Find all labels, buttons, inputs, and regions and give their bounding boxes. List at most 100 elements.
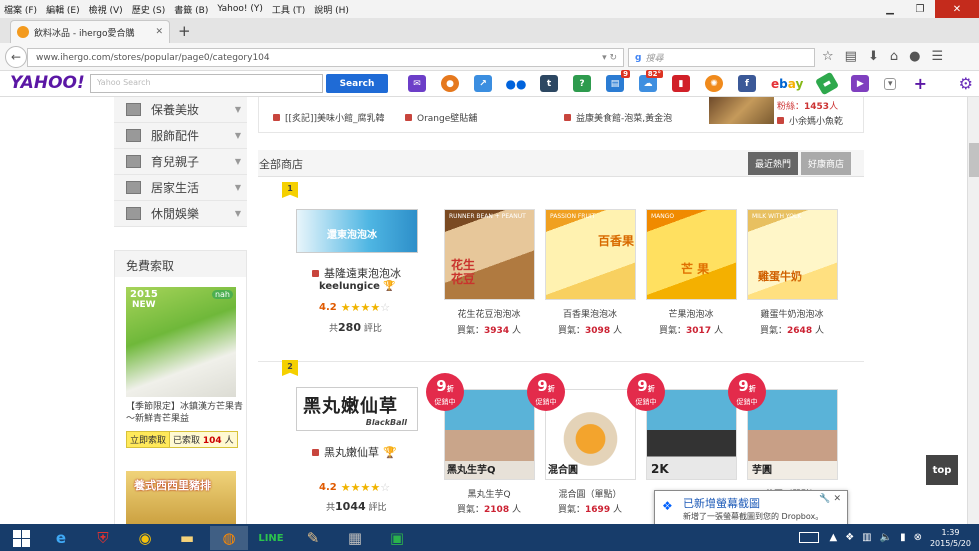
- yahoo-logo[interactable]: YAHOO!: [10, 73, 85, 93]
- notification-center-icon[interactable]: ⊗: [914, 532, 922, 543]
- category-item-leisure[interactable]: 休閒娛樂 ▼: [114, 201, 247, 227]
- back-to-top-button[interactable]: top: [926, 455, 958, 485]
- signal-icon[interactable]: ▮: [900, 532, 906, 543]
- product-name[interactable]: 黑丸生芋Q: [434, 487, 544, 500]
- menu-edit[interactable]: 編輯 (E): [46, 3, 80, 16]
- maximize-icon[interactable]: ❐: [905, 0, 935, 18]
- category-item-apparel[interactable]: 服飾配件 ▼: [114, 123, 247, 149]
- browser-search-input[interactable]: g 搜尋: [628, 48, 815, 67]
- keyboard-icon[interactable]: [799, 532, 820, 543]
- menu-help[interactable]: 說明 (H): [314, 3, 349, 16]
- volume-icon[interactable]: 🔈: [880, 532, 892, 543]
- gear-icon[interactable]: ⚙: [959, 74, 973, 93]
- start-button[interactable]: [2, 526, 40, 550]
- clock[interactable]: 1:39 2015/5/20: [930, 527, 971, 549]
- app-grid-icon[interactable]: ▦: [336, 526, 374, 550]
- featured-shop-link[interactable]: 小余媽小魚乾: [777, 114, 843, 127]
- menu-tools[interactable]: 工具 (T): [272, 3, 305, 16]
- flickr-icon[interactable]: ●●: [506, 75, 526, 92]
- store-icon[interactable]: ▣: [378, 526, 416, 550]
- reload-icon[interactable]: ▾ ↻: [602, 53, 617, 63]
- page-scrollbar[interactable]: [967, 97, 979, 524]
- dropbox-notification[interactable]: ❖ 已新增螢幕截圖 新增了一張螢幕截圖到您的 Dropbox。 🔧 ✕: [654, 490, 848, 526]
- dropdown-icon[interactable]: ▾: [884, 77, 897, 90]
- sort-hot-button[interactable]: 最近熱門: [748, 152, 798, 175]
- reading-list-icon[interactable]: ▤: [845, 49, 857, 64]
- antivirus-icon[interactable]: ⛨: [84, 526, 122, 550]
- menu-view[interactable]: 檢視 (V): [89, 3, 123, 16]
- product-name[interactable]: 花生花豆泡泡冰: [434, 307, 544, 320]
- menu-yahoo[interactable]: Yahoo! (Y): [217, 4, 262, 14]
- download-icon[interactable]: ⬇: [868, 49, 879, 64]
- tab-active[interactable]: 飲料冰品 - ihergo愛合購 ✕: [10, 20, 170, 43]
- product-name[interactable]: 雞蛋牛奶泡泡冰: [737, 307, 847, 320]
- yahoo-search-button[interactable]: Search: [326, 74, 388, 93]
- menu-history[interactable]: 歷史 (S): [132, 3, 166, 16]
- shopping-icon[interactable]: ▤ 9: [606, 70, 630, 92]
- close-window-icon[interactable]: ✕: [935, 0, 979, 18]
- claim-button[interactable]: 立即索取: [126, 431, 171, 448]
- sort-rating-button[interactable]: 好康商店: [801, 152, 851, 175]
- chrome-icon[interactable]: ◉: [126, 526, 164, 550]
- menu-bookmarks[interactable]: 書籤 (B): [174, 3, 208, 16]
- file-explorer-icon[interactable]: ▬: [168, 526, 206, 550]
- featured-shop-image[interactable]: [709, 97, 774, 124]
- menu-hamburger-icon[interactable]: ☰: [931, 49, 943, 64]
- home-icon[interactable]: ⌂: [890, 49, 898, 64]
- show-hidden-icon[interactable]: ▲: [829, 532, 837, 543]
- shop-logo[interactable]: 還東泡泡冰: [296, 209, 418, 253]
- product-name[interactable]: 混合圓（單點）: [535, 487, 645, 500]
- product-image[interactable]: MANGO 芒 果: [646, 209, 737, 300]
- shop-rating: 4.2 ★ ★ ★ ★ ☆: [319, 301, 391, 314]
- product-image[interactable]: PASSION FRUIT 百香果: [545, 209, 636, 300]
- menu-file[interactable]: 檔案 (F): [4, 3, 37, 16]
- line-icon[interactable]: LINE: [252, 526, 290, 550]
- tumblr-icon[interactable]: t: [540, 75, 558, 92]
- settings-sun-icon[interactable]: ✺: [705, 75, 723, 92]
- address-bar[interactable]: www.ihergo.com/stores/popular/page0/cate…: [27, 48, 624, 67]
- category-item-beauty[interactable]: 保養美妝 ▼: [114, 97, 247, 123]
- weather-icon[interactable]: ☁ 82°: [639, 70, 663, 92]
- network-icon[interactable]: ▥: [862, 532, 871, 543]
- shop-name[interactable]: 基隆遠東泡泡冰: [312, 265, 401, 281]
- discount-badge: 9折 促銷中: [627, 373, 665, 411]
- back-arrow-icon[interactable]: ←: [5, 46, 27, 68]
- add-icon[interactable]: +: [911, 74, 930, 93]
- ebay-icon[interactable]: ebay: [771, 77, 803, 91]
- facebook-icon[interactable]: f: [738, 75, 756, 92]
- product-name[interactable]: 芒果泡泡冰: [636, 307, 746, 320]
- sports-icon[interactable]: ●: [441, 75, 459, 92]
- scrollbar-thumb[interactable]: [969, 143, 979, 177]
- free-sample-image-2[interactable]: 養式西西里豬排: [126, 471, 236, 524]
- category-item-home[interactable]: 居家生活 ▼: [114, 175, 247, 201]
- mail-icon[interactable]: ✉: [408, 75, 426, 92]
- answers-icon[interactable]: ?: [573, 75, 591, 92]
- close-tab-icon[interactable]: ✕: [155, 27, 163, 37]
- bookmark-star-icon[interactable]: ☆: [822, 49, 834, 64]
- featured-link[interactable]: [[炙記]]美味小館_腐乳韓: [273, 111, 385, 124]
- product-name[interactable]: 百香果泡泡冰: [535, 307, 645, 320]
- notification-close-icon[interactable]: 🔧 ✕: [819, 494, 841, 504]
- free-sample-description[interactable]: 【季節限定】冰鎮漢方芒果青～新鮮青芒果益: [126, 401, 244, 425]
- finance-icon[interactable]: ↗: [474, 75, 492, 92]
- video-icon[interactable]: ▶: [851, 75, 870, 92]
- new-tab-icon[interactable]: +: [178, 22, 191, 40]
- product-image[interactable]: MILK WITH YOLK 雞蛋牛奶: [747, 209, 838, 300]
- shop-logo[interactable]: 黑丸嫩仙草 BlackBall: [296, 387, 418, 431]
- minimize-icon[interactable]: ▁: [875, 0, 905, 18]
- dropbox-tray-icon[interactable]: ❖: [845, 532, 854, 543]
- tag-icon[interactable]: ▬: [815, 71, 840, 96]
- category-item-kids[interactable]: 育兒親子 ▼: [114, 149, 247, 175]
- yahoo-search-input[interactable]: Yahoo Search: [90, 74, 323, 93]
- product-image[interactable]: RUNNER BEAN + PEANUT 花生花豆: [444, 209, 535, 300]
- paint-icon[interactable]: ✎: [294, 526, 332, 550]
- free-sample-image[interactable]: 2015 NEW nah: [126, 287, 236, 397]
- featured-link[interactable]: 益康美食館-泡菜,黃金泡: [564, 111, 672, 124]
- firefox-icon[interactable]: ◍: [210, 526, 248, 550]
- bookmark-ribbon-icon[interactable]: ▮: [672, 75, 690, 92]
- featured-link[interactable]: Orange壁貼舖: [405, 111, 477, 124]
- nav-toolbar-icons: ☆ ▤ ⬇ ⌂ ● ☰: [822, 49, 943, 64]
- shop-name[interactable]: 黑丸嫩仙草 🏆: [312, 444, 397, 460]
- chat-icon[interactable]: ●: [909, 49, 920, 64]
- ie-icon[interactable]: e: [42, 526, 80, 550]
